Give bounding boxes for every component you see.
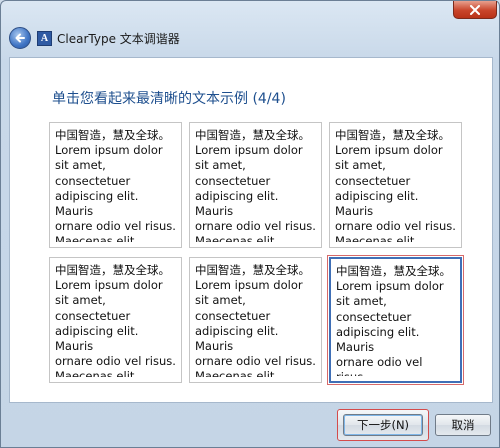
cleartype-app-icon: A (37, 31, 52, 46)
sample-text: 中国智造，慧及全球。 Lorem ipsum dolor sit amet, c… (55, 263, 176, 377)
sample-text: 中国智造，慧及全球。 Lorem ipsum dolor sit amet, c… (55, 128, 176, 242)
page-heading: 单击您看起来最清晰的文本示例 (4/4) (52, 91, 286, 107)
text-sample-2[interactable]: 中国智造，慧及全球。 Lorem ipsum dolor sit amet, c… (189, 122, 322, 248)
back-button[interactable] (9, 27, 31, 49)
cancel-button[interactable]: 取消 (435, 414, 491, 436)
sample-text: 中国智造，慧及全球。 Lorem ipsum dolor sit amet, c… (195, 128, 316, 242)
text-sample-6[interactable]: 中国智造，慧及全球。 Lorem ipsum dolor sit amet, c… (327, 255, 464, 385)
sample-text: 中国智造，慧及全球。 Lorem ipsum dolor sit amet, c… (336, 264, 451, 376)
sample-text: 中国智造，慧及全球。 Lorem ipsum dolor sit amet, c… (335, 128, 456, 242)
close-button[interactable] (453, 1, 497, 19)
text-sample-4[interactable]: 中国智造，慧及全球。 Lorem ipsum dolor sit amet, c… (49, 257, 182, 383)
cleartype-tuner-window: A ClearType 文本调谐器 单击您看起来最清晰的文本示例 (4/4) 中… (0, 0, 500, 448)
text-sample-1[interactable]: 中国智造，慧及全球。 Lorem ipsum dolor sit amet, c… (49, 122, 182, 248)
text-sample-5[interactable]: 中国智造，慧及全球。 Lorem ipsum dolor sit amet, c… (189, 257, 322, 383)
close-icon (470, 4, 480, 15)
content-panel: 单击您看起来最清晰的文本示例 (4/4) 中国智造，慧及全球。 Lorem ip… (9, 57, 493, 403)
window-title: ClearType 文本调谐器 (57, 32, 180, 46)
sample-text: 中国智造，慧及全球。 Lorem ipsum dolor sit amet, c… (195, 263, 316, 377)
next-button[interactable]: 下一步(N) (343, 414, 423, 436)
back-arrow-icon (15, 33, 25, 43)
dialog-footer: 下一步(N) 取消 (1, 405, 500, 448)
text-sample-3[interactable]: 中国智造，慧及全球。 Lorem ipsum dolor sit amet, c… (329, 122, 462, 248)
